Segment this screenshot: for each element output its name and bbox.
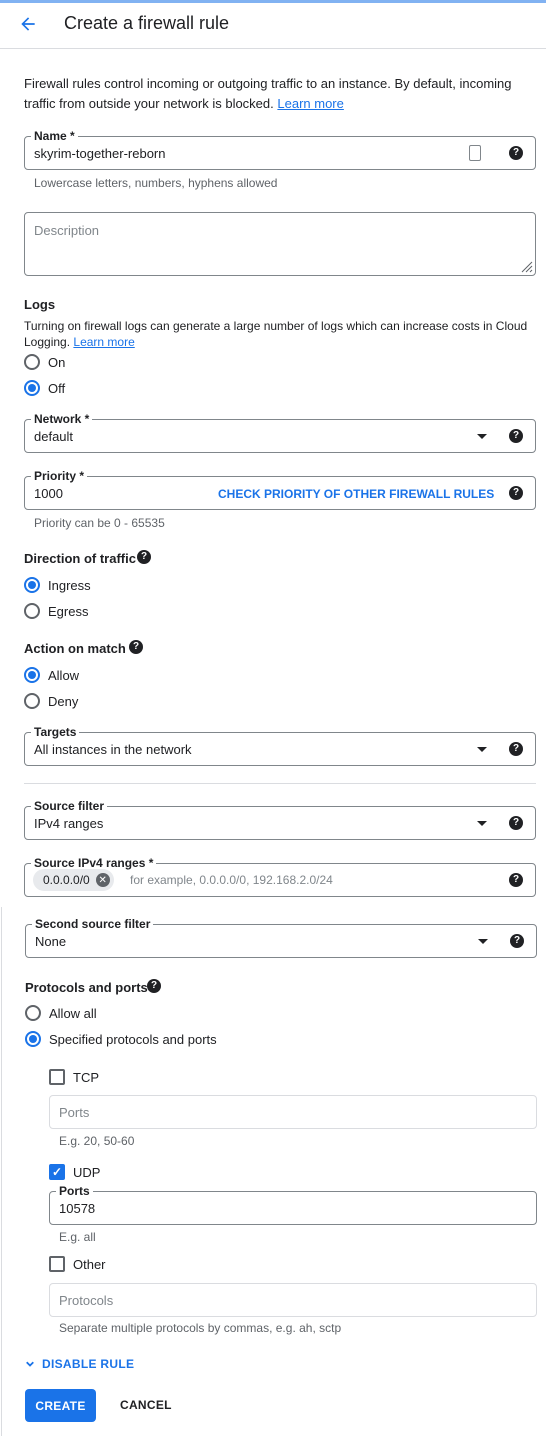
name-help-icon[interactable]: ?	[509, 146, 523, 160]
targets-help-icon[interactable]: ?	[509, 742, 523, 756]
network-value: default	[34, 429, 74, 444]
logs-off-label[interactable]: Off	[48, 381, 65, 396]
egress-label[interactable]: Egress	[48, 604, 88, 619]
chevron-down-icon[interactable]	[478, 939, 488, 944]
specified-protocols-label[interactable]: Specified protocols and ports	[49, 1032, 217, 1047]
specified-protocols-radio[interactable]	[25, 1031, 41, 1047]
allow-radio[interactable]	[24, 667, 40, 683]
priority-hint: Priority can be 0 - 65535	[34, 516, 165, 530]
source-ranges-field[interactable]: Source IPv4 ranges * 0.0.0.0/0 ✕ for exa…	[24, 856, 536, 897]
intro-text: Firewall rules control incoming or outgo…	[24, 74, 524, 114]
source-ranges-help-icon[interactable]: ?	[509, 873, 523, 887]
ip-range-chip[interactable]: 0.0.0.0/0 ✕	[33, 869, 114, 891]
logs-learn-more-link[interactable]: Learn more	[73, 335, 134, 349]
tcp-ports-input[interactable]: Ports	[49, 1095, 537, 1129]
back-button[interactable]	[14, 10, 42, 38]
network-label: Network *	[31, 412, 93, 426]
disable-rule-label: DISABLE RULE	[42, 1357, 135, 1371]
network-select[interactable]: Network * default ?	[24, 412, 536, 453]
action-title: Action on match	[24, 641, 126, 656]
protocols-help-icon[interactable]: ?	[147, 979, 161, 993]
second-source-filter-select[interactable]: Second source filter None ?	[25, 917, 537, 958]
arrow-back-icon	[21, 17, 35, 31]
targets-label: Targets	[31, 725, 80, 739]
direction-help-icon[interactable]: ?	[137, 550, 151, 564]
name-value: skyrim-together-reborn	[34, 146, 166, 161]
allow-all-radio[interactable]	[25, 1005, 41, 1021]
other-protocols-placeholder: Protocols	[59, 1293, 114, 1308]
left-guide-line	[1, 907, 2, 1436]
name-hint: Lowercase letters, numbers, hyphens allo…	[34, 176, 278, 190]
disable-rule-toggle[interactable]: DISABLE RULE	[23, 1357, 134, 1371]
description-placeholder: Description	[34, 223, 100, 238]
chevron-down-icon[interactable]	[477, 821, 487, 826]
udp-ports-value: 10578	[59, 1201, 96, 1216]
source-filter-value: IPv4 ranges	[34, 816, 104, 831]
allow-label[interactable]: Allow	[48, 668, 79, 683]
resize-handle-icon[interactable]	[519, 259, 533, 273]
priority-label: Priority *	[31, 469, 88, 483]
tcp-label[interactable]: TCP	[73, 1070, 99, 1085]
second-source-filter-value: None	[35, 934, 67, 949]
ingress-label[interactable]: Ingress	[48, 578, 91, 593]
source-filter-help-icon[interactable]: ?	[509, 816, 523, 830]
priority-field[interactable]: Priority * 1000 CHECK PRIORITY OF OTHER …	[24, 469, 536, 510]
egress-radio[interactable]	[24, 603, 40, 619]
description-field[interactable]: Description	[24, 212, 536, 276]
source-ranges-label: Source IPv4 ranges *	[31, 856, 157, 870]
deny-label[interactable]: Deny	[48, 694, 78, 709]
logs-text: Turning on firewall logs can generate a …	[24, 318, 534, 350]
other-checkbox[interactable]	[49, 1256, 65, 1272]
name-label: Name *	[31, 129, 78, 143]
cancel-button[interactable]: CANCEL	[120, 1398, 172, 1412]
protocols-title: Protocols and ports	[25, 980, 148, 995]
logs-title: Logs	[24, 297, 56, 312]
tcp-checkbox[interactable]	[49, 1069, 65, 1085]
second-source-filter-label: Second source filter	[32, 917, 154, 931]
check-priority-button[interactable]: CHECK PRIORITY OF OTHER FIREWALL RULES	[218, 487, 494, 501]
priority-value: 1000	[34, 486, 63, 501]
udp-hint: E.g. all	[59, 1230, 96, 1244]
page-title: Create a firewall rule	[64, 13, 230, 33]
ingress-radio[interactable]	[24, 577, 40, 593]
second-source-help-icon[interactable]: ?	[510, 934, 524, 948]
tcp-ports-placeholder: Ports	[59, 1105, 90, 1120]
tcp-hint: E.g. 20, 50-60	[59, 1134, 135, 1148]
intro-description: Firewall rules control incoming or outgo…	[24, 76, 512, 111]
allow-all-label[interactable]: Allow all	[49, 1006, 97, 1021]
direction-title: Direction of traffic	[24, 551, 136, 566]
chevron-down-icon[interactable]	[477, 434, 487, 439]
chevron-down-icon	[26, 1361, 34, 1367]
other-hint: Separate multiple protocols by commas, e…	[59, 1321, 342, 1335]
chevron-down-icon[interactable]	[477, 747, 487, 752]
name-field[interactable]: Name * skyrim-together-reborn ?	[24, 129, 536, 170]
udp-checkbox[interactable]: ✓	[49, 1164, 65, 1180]
source-filter-select[interactable]: Source filter IPv4 ranges ?	[24, 799, 536, 840]
udp-ports-input[interactable]: Ports 10578	[49, 1184, 537, 1225]
udp-label[interactable]: UDP	[73, 1165, 100, 1180]
targets-select[interactable]: Targets All instances in the network ?	[24, 725, 536, 766]
ip-range-chip-label: 0.0.0.0/0	[43, 873, 90, 887]
targets-value: All instances in the network	[34, 742, 192, 757]
create-button[interactable]: CREATE	[25, 1389, 96, 1422]
autofill-key-icon[interactable]	[469, 145, 481, 161]
logs-on-label[interactable]: On	[48, 355, 65, 370]
udp-ports-label: Ports	[56, 1184, 93, 1198]
other-protocols-input[interactable]: Protocols	[49, 1283, 537, 1317]
source-filter-label: Source filter	[31, 799, 108, 813]
other-label[interactable]: Other	[73, 1257, 106, 1272]
divider	[24, 783, 536, 784]
intro-learn-more-link[interactable]: Learn more	[277, 96, 343, 111]
chip-remove-icon[interactable]: ✕	[95, 873, 110, 887]
deny-radio[interactable]	[24, 693, 40, 709]
logs-off-radio[interactable]	[24, 380, 40, 396]
priority-help-icon[interactable]: ?	[509, 486, 523, 500]
network-help-icon[interactable]: ?	[509, 429, 523, 443]
source-ranges-placeholder: for example, 0.0.0.0/0, 192.168.2.0/24	[130, 873, 333, 887]
logs-on-radio[interactable]	[24, 354, 40, 370]
action-help-icon[interactable]: ?	[129, 640, 143, 654]
